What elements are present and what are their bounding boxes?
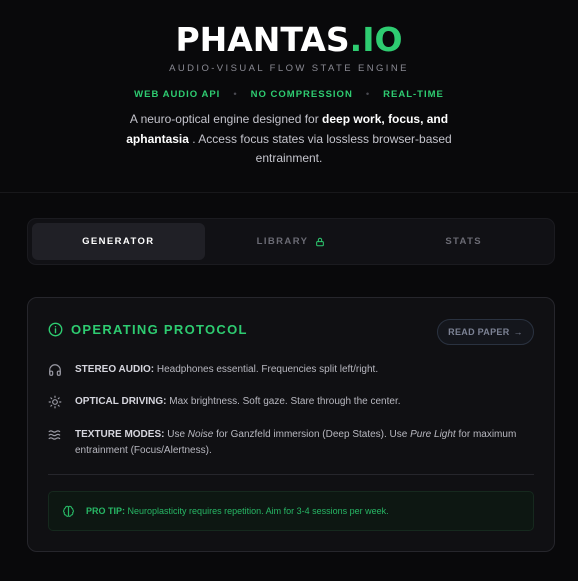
waves-icon xyxy=(48,428,62,442)
logo: PHANTAS.IO xyxy=(0,20,578,60)
tag-web-audio: WEB AUDIO API xyxy=(134,89,221,100)
tab-stats-label: STATS xyxy=(445,236,483,247)
description-post: . Access focus states via lossless brows… xyxy=(188,131,452,166)
pro-tip-text: PRO TIP: Neuroplasticity requires repeti… xyxy=(86,506,389,516)
tag-separator: • xyxy=(233,89,238,100)
feature-tags: WEB AUDIO API • NO COMPRESSION • REAL-TI… xyxy=(0,89,578,100)
lock-icon xyxy=(315,237,325,247)
protocol-item-text: STEREO AUDIO: Headphones essential. Freq… xyxy=(75,362,378,378)
protocol-item-stereo-audio: STEREO AUDIO: Headphones essential. Freq… xyxy=(48,362,538,378)
header: PHANTAS.IO AUDIO-VISUAL FLOW STATE ENGIN… xyxy=(0,0,578,193)
info-icon xyxy=(48,322,63,337)
tag-separator: • xyxy=(365,89,371,100)
arrow-right-icon: → xyxy=(513,327,523,337)
protocol-item-text: OPTICAL DRIVING: Max brightness. Soft ga… xyxy=(75,394,401,410)
protocol-item-text: TEXTURE MODES: Use Noise for Ganzfeld im… xyxy=(75,427,538,458)
card-title-text: OPERATING PROTOCOL xyxy=(71,322,248,337)
item-text: Use xyxy=(167,429,188,440)
tab-bar: GENERATOR LIBRARY STATS xyxy=(27,218,555,265)
subtitle: AUDIO-VISUAL FLOW STATE ENGINE xyxy=(169,63,409,74)
protocol-item-texture-modes: TEXTURE MODES: Use Noise for Ganzfeld im… xyxy=(48,427,538,458)
pro-tip-box: PRO TIP: Neuroplasticity requires repeti… xyxy=(48,491,534,531)
operating-protocol-card: OPERATING PROTOCOL READ PAPER → STEREO A… xyxy=(27,297,555,552)
item-label: OPTICAL DRIVING: xyxy=(75,396,167,407)
tab-library[interactable]: LIBRARY xyxy=(205,223,378,260)
tag-real-time: REAL-TIME xyxy=(383,89,444,100)
item-label: STEREO AUDIO: xyxy=(75,364,155,375)
read-paper-button[interactable]: READ PAPER → xyxy=(437,319,534,345)
sun-icon xyxy=(48,395,62,409)
tab-generator-label: GENERATOR xyxy=(82,236,155,247)
description: A neuro-optical engine designed for deep… xyxy=(120,110,458,169)
protocol-item-optical-driving: OPTICAL DRIVING: Max brightness. Soft ga… xyxy=(48,394,538,410)
logo-accent: .IO xyxy=(349,20,403,59)
item-emphasis: Noise xyxy=(187,429,214,440)
pro-tip-label: PRO TIP: xyxy=(86,506,126,516)
tag-no-compression: NO COMPRESSION xyxy=(250,89,353,100)
item-emphasis: Pure Light xyxy=(410,429,456,440)
tab-stats[interactable]: STATS xyxy=(377,223,550,260)
read-paper-label: READ PAPER xyxy=(448,327,510,337)
item-text: Max brightness. Soft gaze. Stare through… xyxy=(169,396,401,407)
description-pre: A neuro-optical engine designed for xyxy=(129,112,323,126)
item-label: TEXTURE MODES: xyxy=(75,429,165,440)
divider xyxy=(48,474,534,475)
item-text: Headphones essential. Frequencies split … xyxy=(156,364,379,375)
item-text: for Ganzfeld immersion (Deep States). Us… xyxy=(213,429,411,440)
headphones-icon xyxy=(48,363,62,377)
pro-tip-body: Neuroplasticity requires repetition. Aim… xyxy=(127,506,389,516)
brain-icon xyxy=(62,505,75,518)
card-title: OPERATING PROTOCOL xyxy=(48,322,248,337)
tab-library-label: LIBRARY xyxy=(256,236,309,247)
logo-main: PHANTAS xyxy=(175,20,350,59)
tab-generator[interactable]: GENERATOR xyxy=(32,223,205,260)
